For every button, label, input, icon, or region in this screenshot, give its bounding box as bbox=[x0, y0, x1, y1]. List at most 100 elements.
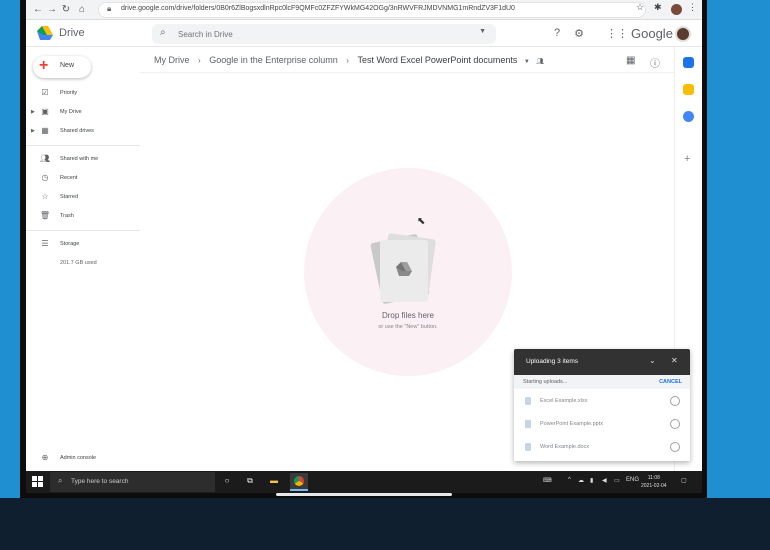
task-view-icon[interactable]: ⧉ bbox=[244, 476, 256, 486]
upload-status-bar: Starting uploads... CANCEL bbox=[514, 375, 690, 389]
shared-people-icon[interactable]: 👥︎ bbox=[536, 58, 544, 65]
storage-icon: ☰ bbox=[41, 239, 49, 248]
star-icon[interactable]: ☆ bbox=[636, 2, 644, 13]
file-icon bbox=[525, 397, 531, 405]
desktop-background bbox=[0, 498, 770, 550]
upload-title: Uploading 3 items bbox=[526, 358, 579, 365]
windows-start-icon[interactable] bbox=[32, 476, 43, 487]
search-options-icon[interactable]: ▼ bbox=[479, 28, 486, 35]
tasks-icon[interactable] bbox=[683, 111, 694, 122]
expand-arrow-icon[interactable]: ▶ bbox=[31, 109, 35, 115]
home-icon[interactable]: ⌂ bbox=[76, 3, 88, 17]
sidebar-item-label: Trash bbox=[60, 213, 74, 219]
language-indicator[interactable]: ENG bbox=[626, 477, 639, 483]
file-icon bbox=[525, 420, 531, 428]
admin-console-label: Admin console bbox=[60, 455, 97, 461]
collapse-icon[interactable]: ⌄ bbox=[649, 356, 656, 365]
apps-grid-icon[interactable]: ⋮⋮ bbox=[606, 27, 628, 40]
close-icon[interactable]: ✕ bbox=[671, 356, 678, 365]
file-card-front bbox=[380, 240, 428, 302]
upload-file-name: Excel Example.xlsx bbox=[540, 398, 588, 404]
sidebar-item-starred[interactable]: ☆ Starred bbox=[26, 191, 146, 205]
sidebar-item-label: Starred bbox=[60, 194, 79, 200]
help-icon[interactable]: ? bbox=[550, 27, 564, 39]
calendar-icon[interactable] bbox=[683, 57, 694, 68]
progress-circle-icon bbox=[670, 396, 680, 406]
new-button-label: New bbox=[60, 62, 75, 69]
taskbar-search[interactable]: ⌕ Type here to search bbox=[50, 472, 215, 492]
breadcrumb-current[interactable]: Test Word Excel PowerPoint documents bbox=[357, 55, 517, 65]
home-indicator bbox=[276, 493, 452, 496]
sidebar-item-trash[interactable]: 🗑︎ Trash bbox=[26, 210, 146, 224]
address-bar[interactable]: 🔒︎ drive.google.com/drive/folders/0B0r6Z… bbox=[98, 2, 646, 18]
browser-profile-icon[interactable] bbox=[671, 4, 682, 15]
drive-header: Drive ⌕ ▼ ? ⚙ ⋮⋮ Google bbox=[26, 21, 702, 47]
reload-icon[interactable]: ↻ bbox=[60, 3, 72, 17]
taskbar: ⌕ Type here to search ○ ⧉ ▬ ⌨ ^ ☁ ▮ ◀ ▭ … bbox=[26, 471, 702, 493]
drive-folder-icon: ▣ bbox=[41, 107, 49, 116]
people-icon: 👥︎ bbox=[39, 154, 51, 163]
progress-circle-icon bbox=[670, 442, 680, 452]
onedrive-icon[interactable]: ☁ bbox=[578, 477, 584, 484]
info-icon[interactable]: ⓘ bbox=[650, 55, 660, 70]
clock-time: 11:08 bbox=[647, 475, 660, 481]
upload-row[interactable]: Word Example.docx bbox=[514, 437, 690, 459]
chevron-down-icon[interactable]: ▼ bbox=[524, 59, 530, 65]
sidebar-item-label: Shared with me bbox=[60, 156, 99, 162]
breadcrumb-item[interactable]: Google in the Enterprise column bbox=[209, 55, 338, 65]
sidebar-item-label: Storage bbox=[60, 241, 80, 247]
menu-icon[interactable]: ⋮ bbox=[688, 2, 697, 13]
battery-icon[interactable]: ▭ bbox=[614, 477, 620, 484]
new-button[interactable]: + New bbox=[33, 56, 91, 78]
clock-icon: ◷ bbox=[41, 173, 49, 182]
search-box[interactable]: ⌕ ▼ bbox=[152, 24, 496, 44]
file-explorer-icon[interactable]: ▬ bbox=[268, 476, 280, 485]
volume-icon[interactable]: ◀ bbox=[602, 477, 607, 484]
notification-icon[interactable]: ▢ bbox=[681, 477, 687, 484]
browser-toolbar: ← → ↻ ⌂ 🔒︎ drive.google.com/drive/folder… bbox=[26, 0, 702, 20]
sidebar-item-recent[interactable]: ◷ Recent bbox=[26, 172, 146, 186]
sidebar-divider bbox=[26, 145, 140, 146]
extension-icon[interactable]: ✱ bbox=[654, 2, 662, 13]
star-outline-icon: ☆ bbox=[41, 192, 49, 201]
search-icon[interactable]: ⌕ bbox=[160, 27, 166, 38]
tray-expand-icon[interactable]: ^ bbox=[568, 477, 571, 483]
taskbar-clock[interactable]: 11:08 2021-02-04 bbox=[641, 474, 667, 490]
sidebar-item-shared-drives[interactable]: ▶ ▦ Shared drives bbox=[26, 125, 146, 139]
search-icon: ⌕ bbox=[58, 476, 63, 485]
google-brand[interactable]: Google bbox=[631, 26, 673, 41]
upload-row[interactable]: Excel Example.xlsx bbox=[514, 391, 690, 413]
sidebar-item-priority[interactable]: ☑ Priority bbox=[26, 87, 146, 101]
storage-used-text: 201.7 GB used bbox=[60, 260, 97, 266]
globe-icon: ⊕ bbox=[41, 453, 49, 462]
expand-arrow-icon[interactable]: ▶ bbox=[31, 128, 35, 134]
sidebar-item-my-drive[interactable]: ▶ ▣ My Drive bbox=[26, 106, 146, 120]
keep-icon[interactable] bbox=[683, 84, 694, 95]
app-title[interactable]: Drive bbox=[59, 27, 85, 39]
settings-icon[interactable]: ⚙ bbox=[572, 27, 586, 40]
avatar[interactable] bbox=[675, 26, 691, 42]
cancel-button[interactable]: CANCEL bbox=[659, 379, 682, 385]
sidebar-item-label: My Drive bbox=[60, 109, 82, 115]
content-divider bbox=[140, 72, 674, 73]
add-addon-icon[interactable]: + bbox=[684, 153, 690, 165]
admin-console-link[interactable]: ⊕ Admin console bbox=[26, 452, 146, 466]
search-input[interactable] bbox=[178, 27, 458, 41]
drive-logo-icon[interactable] bbox=[37, 26, 53, 40]
breadcrumb: My Drive › Google in the Enterprise colu… bbox=[154, 55, 544, 69]
sidebar-item-shared-with-me[interactable]: 👥︎ Shared with me bbox=[26, 153, 146, 167]
upload-row[interactable]: PowerPoint Example.pptx bbox=[514, 414, 690, 436]
cortana-icon[interactable]: ○ bbox=[221, 476, 233, 485]
grid-view-icon[interactable]: ▦ bbox=[626, 55, 635, 66]
breadcrumb-item[interactable]: My Drive bbox=[154, 55, 190, 65]
network-icon[interactable]: ▮ bbox=[590, 477, 593, 484]
sidebar-item-label: Priority bbox=[60, 90, 78, 96]
keyboard-icon[interactable]: ⌨ bbox=[543, 477, 552, 484]
chevron-right-icon: › bbox=[198, 56, 201, 65]
back-icon[interactable]: ← bbox=[32, 3, 44, 17]
sidebar-item-storage[interactable]: ☰ Storage bbox=[26, 238, 146, 252]
drive-logo-gray-icon bbox=[396, 262, 412, 276]
chevron-right-icon: › bbox=[346, 56, 349, 65]
forward-icon[interactable]: → bbox=[46, 3, 58, 17]
chrome-taskbar-icon[interactable] bbox=[290, 473, 308, 491]
